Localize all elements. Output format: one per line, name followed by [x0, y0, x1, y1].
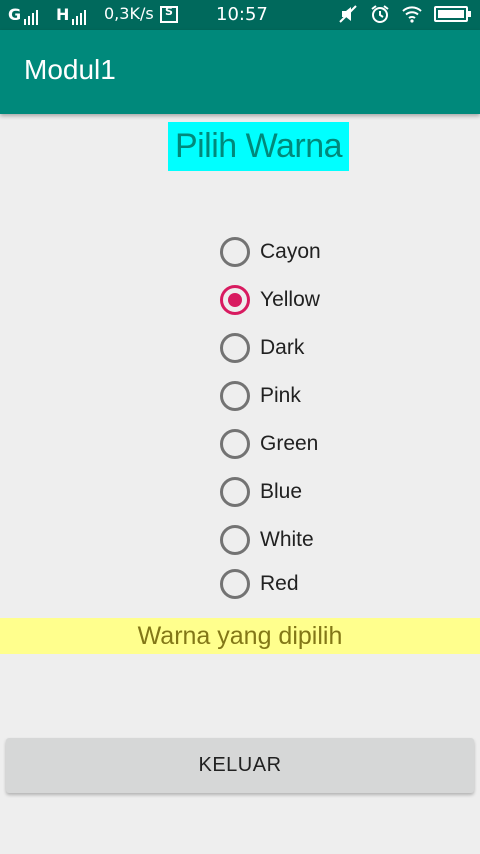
radio-label: Blue	[260, 480, 303, 503]
radio-label: Green	[260, 432, 319, 455]
app-bar: Modul1	[0, 30, 480, 114]
radio-option-yellow[interactable]: Yellow	[220, 278, 420, 322]
radio-button-icon[interactable]	[220, 333, 250, 363]
radio-option-white[interactable]: White	[220, 518, 420, 562]
app-title: Modul1	[24, 54, 116, 85]
radio-label: Red	[260, 572, 299, 595]
radio-button-icon[interactable]	[220, 525, 250, 555]
radio-label: Cayon	[260, 240, 321, 263]
radio-option-green[interactable]: Green	[220, 422, 420, 466]
status-icons	[338, 4, 471, 24]
radio-label: Pink	[260, 384, 301, 407]
radio-option-pink[interactable]: Pink	[220, 374, 420, 418]
radio-button-icon[interactable]	[220, 569, 250, 599]
radio-button-checked-icon[interactable]	[220, 285, 250, 315]
signal-1: G	[8, 5, 39, 25]
alarm-icon	[371, 5, 389, 23]
selected-color-result: Warna yang dipilih	[0, 618, 480, 654]
radio-option-cayon[interactable]: Cayon	[220, 230, 420, 274]
page-heading: Pilih Warna	[168, 122, 349, 171]
screenshot-icon	[160, 5, 178, 23]
radio-button-icon[interactable]	[220, 381, 250, 411]
radio-label: Yellow	[260, 288, 320, 311]
signal-bars-icon	[22, 9, 39, 25]
radio-label: White	[260, 528, 314, 551]
network-type-label: H	[56, 5, 70, 24]
network-speed: 0,3K/s	[104, 4, 154, 23]
radio-button-icon[interactable]	[220, 429, 250, 459]
radio-option-dark[interactable]: Dark	[220, 326, 420, 370]
clock: 10:57	[216, 4, 268, 25]
exit-button[interactable]: KELUAR	[6, 738, 474, 793]
muted-icon	[339, 5, 357, 23]
wifi-icon	[402, 6, 422, 23]
radio-label: Dark	[260, 336, 305, 359]
battery-icon	[434, 6, 471, 22]
network-type-label: G	[8, 5, 22, 24]
signal-bars-icon	[70, 9, 87, 25]
radio-button-icon[interactable]	[220, 237, 250, 267]
signal-2: H	[56, 5, 87, 25]
radio-option-blue[interactable]: Blue	[220, 470, 420, 514]
status-bar: G H 0,3K/s 10:57	[0, 0, 480, 30]
radio-option-red[interactable]: Red	[220, 562, 420, 606]
radio-button-icon[interactable]	[220, 477, 250, 507]
